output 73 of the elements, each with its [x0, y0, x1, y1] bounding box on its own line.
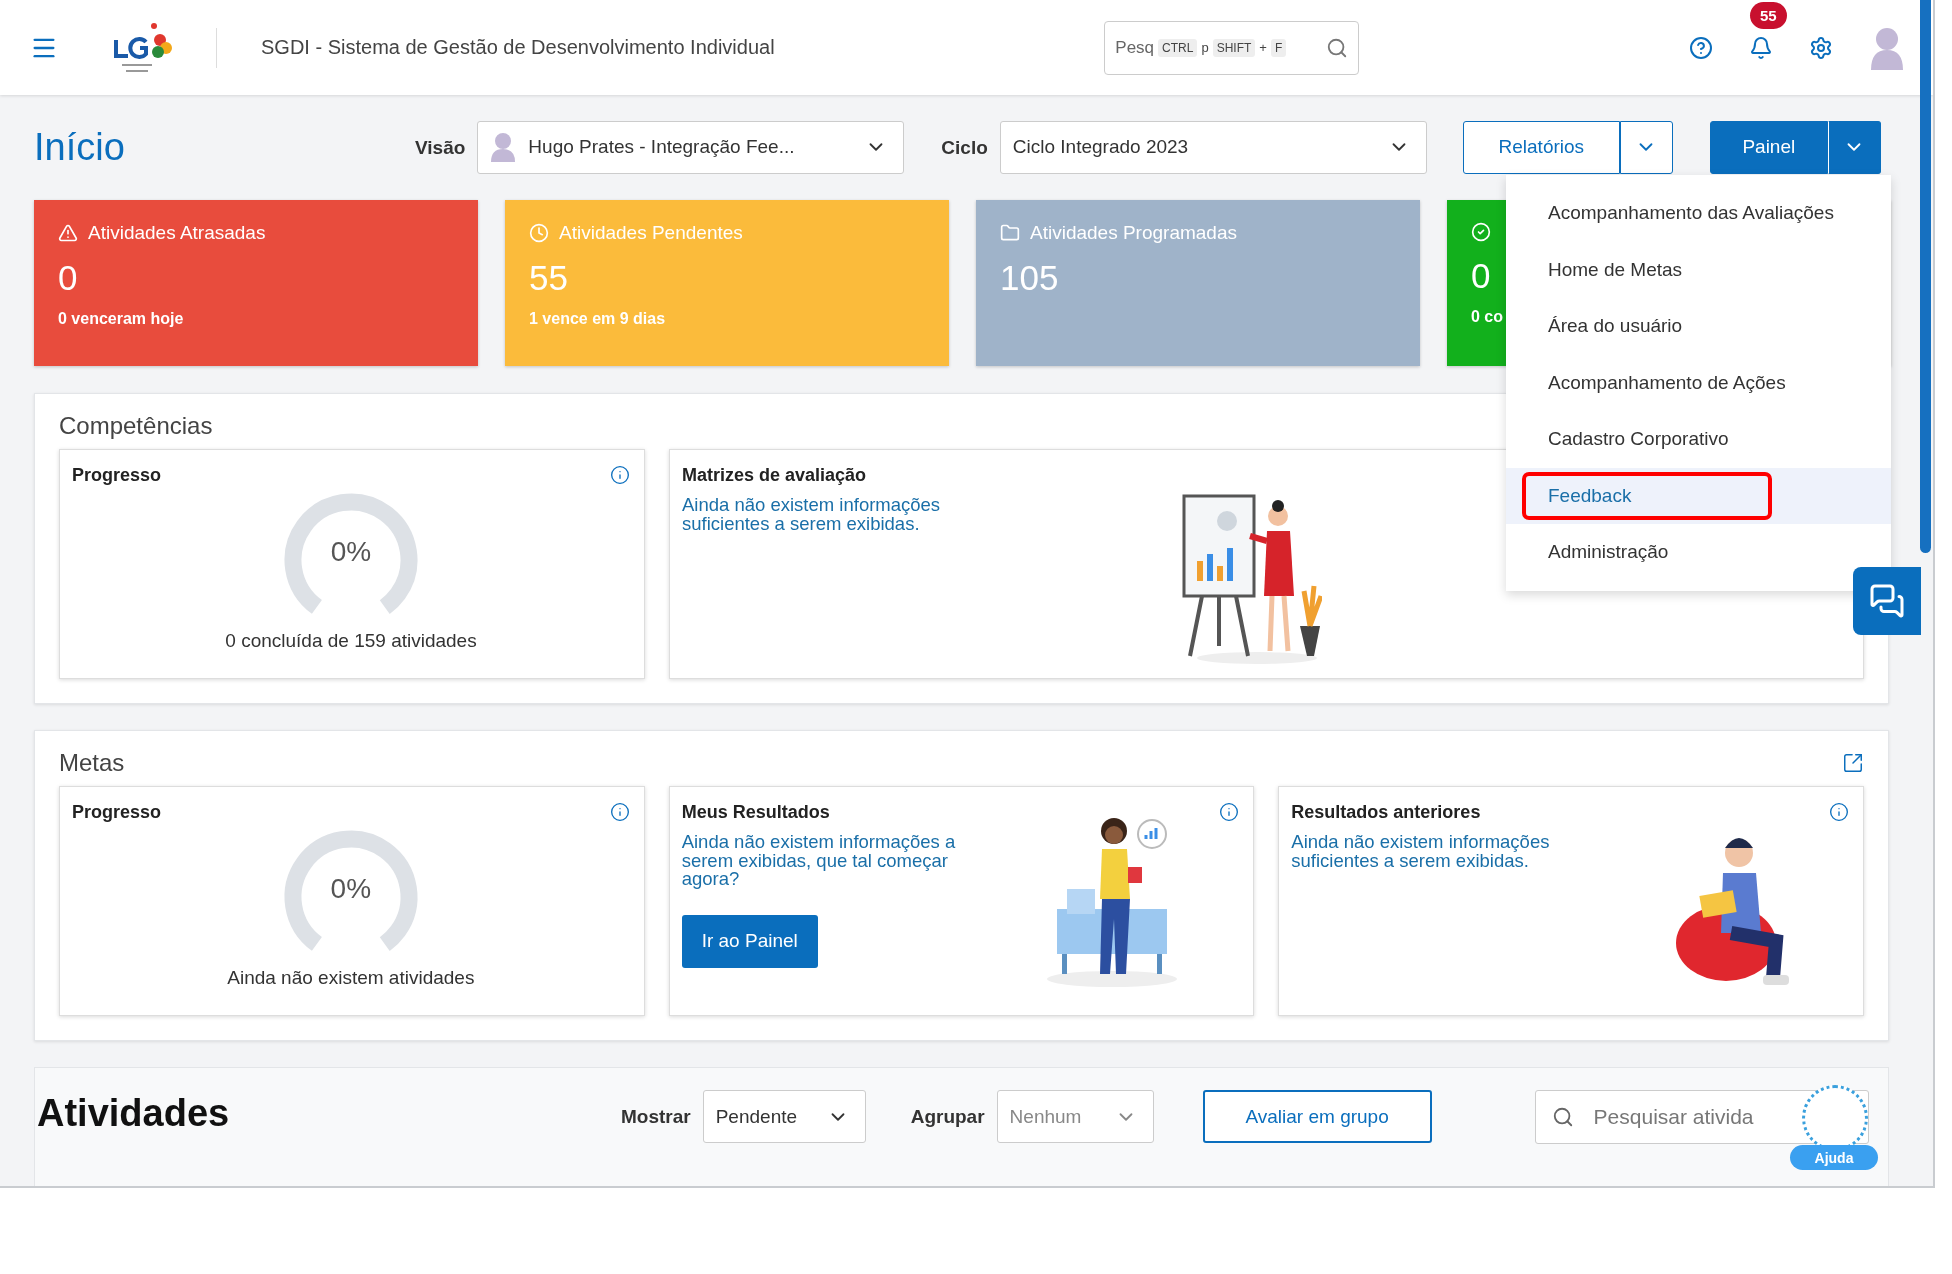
view-select[interactable]: Hugo Prates - Integração Fee...	[477, 120, 905, 174]
progress-caption: Ainda não existem atividades	[227, 967, 475, 989]
panel-button[interactable]: Painel	[1709, 120, 1828, 174]
group-label: Agrupar	[910, 1105, 985, 1129]
group-select[interactable]: Nenhum	[996, 1090, 1154, 1143]
stat-value: 105	[1000, 258, 1059, 298]
stat-title: Atividades Pendentes	[559, 222, 743, 244]
chat-button[interactable]	[1853, 567, 1921, 635]
folder-icon	[1000, 223, 1020, 243]
help-icon[interactable]	[1689, 35, 1713, 60]
cycle-select[interactable]: Ciclo Integrado 2023	[999, 120, 1427, 174]
activity-search-input[interactable]: Pesquisar ativida	[1591, 1104, 1792, 1130]
percent-value: 0%	[330, 536, 372, 569]
reports-button[interactable]: Relatórios	[1462, 120, 1620, 174]
stat-note: 0 co	[1471, 308, 1503, 326]
empty-message: Ainda não existem informações suficientes a serem exibidas.	[1291, 833, 1551, 870]
stat-note: 0 venceram hoje	[58, 310, 184, 328]
stat-value: 55	[529, 258, 568, 298]
menu-item[interactable]: Cadastro Corporativo	[1506, 411, 1891, 468]
panel-dropdown-button[interactable]	[1827, 120, 1881, 174]
show-label: Mostrar	[621, 1105, 691, 1129]
info-icon[interactable]	[1219, 802, 1240, 822]
menu-item[interactable]: Acompanhamento das Avaliações	[1506, 185, 1891, 242]
menu-item[interactable]: Administração	[1506, 524, 1891, 581]
menu-item[interactable]: Acompanhamento de Ações	[1506, 354, 1891, 411]
card-title: Meus Resultados	[681, 801, 830, 823]
warning-icon	[58, 223, 78, 243]
search-field[interactable]: Pesq CTRL p SHIFT + F	[1104, 20, 1360, 75]
bell-icon[interactable]	[1749, 35, 1773, 60]
stat-value: 0	[58, 258, 78, 298]
card-title: Progresso	[72, 801, 162, 823]
shortcut-key: F	[1270, 38, 1287, 57]
stat-note: 1 vence em 9 dias	[529, 310, 666, 328]
percent-value: 0%	[330, 873, 372, 906]
search-icon	[1326, 36, 1349, 59]
menu-item[interactable]: Área do usuário	[1506, 298, 1891, 355]
card-title: Matrizes de avaliação	[682, 464, 867, 486]
stat-title: Atividades Programadas	[1030, 222, 1237, 244]
progress-caption: 0 concluída de 159 atividades	[225, 630, 477, 652]
avatar-icon	[490, 132, 517, 162]
shortcut-key: SHIFT	[1212, 38, 1256, 57]
menu-item[interactable]: Home de Metas	[1506, 241, 1891, 298]
shortcut-separator: +	[1259, 40, 1267, 55]
view-label: Visão	[415, 135, 466, 160]
check-circle-icon	[1471, 222, 1491, 242]
card-title: Progresso	[72, 464, 162, 486]
activities-title: Atividades	[37, 1092, 231, 1135]
shortcut-key: CTRL	[1158, 38, 1198, 57]
stat-title: Atividades Atrasadas	[88, 222, 266, 244]
search-icon	[1551, 1106, 1574, 1128]
page-title: Início	[34, 125, 126, 169]
info-icon[interactable]	[1829, 802, 1849, 822]
chat-bubbles-icon	[1869, 583, 1905, 619]
cycle-label: Ciclo	[941, 135, 988, 160]
empty-message: Ainda não existem informações suficientes a serem exibidas.	[682, 496, 942, 533]
menu-item[interactable]: Feedback	[1506, 467, 1891, 524]
empty-message: Ainda não existem informações a serem exibidas, que tal começar agora?	[681, 833, 957, 889]
section-title: Metas	[59, 749, 125, 777]
shortcut-separator: p	[1201, 40, 1209, 55]
stat-value: 0	[1471, 256, 1491, 296]
expand-icon[interactable]	[1842, 752, 1864, 774]
info-icon[interactable]	[609, 802, 630, 822]
clock-icon	[529, 223, 549, 243]
app-title: SGDI - Sistema de Gestão de Desenvolvimento Individual	[261, 36, 775, 59]
show-select[interactable]: Pendente	[702, 1090, 866, 1143]
go-to-panel-button[interactable]: Ir ao Painel	[681, 914, 818, 968]
reports-dropdown-button[interactable]	[1619, 120, 1673, 174]
search-placeholder: Pesq	[1115, 37, 1155, 58]
card-title: Resultados anteriores	[1291, 801, 1481, 823]
settings-icon[interactable]	[1809, 35, 1833, 60]
group-evaluate-button[interactable]: Avaliar em grupo	[1202, 1090, 1432, 1143]
section-title: Competências	[59, 412, 213, 440]
info-icon[interactable]	[610, 465, 630, 485]
